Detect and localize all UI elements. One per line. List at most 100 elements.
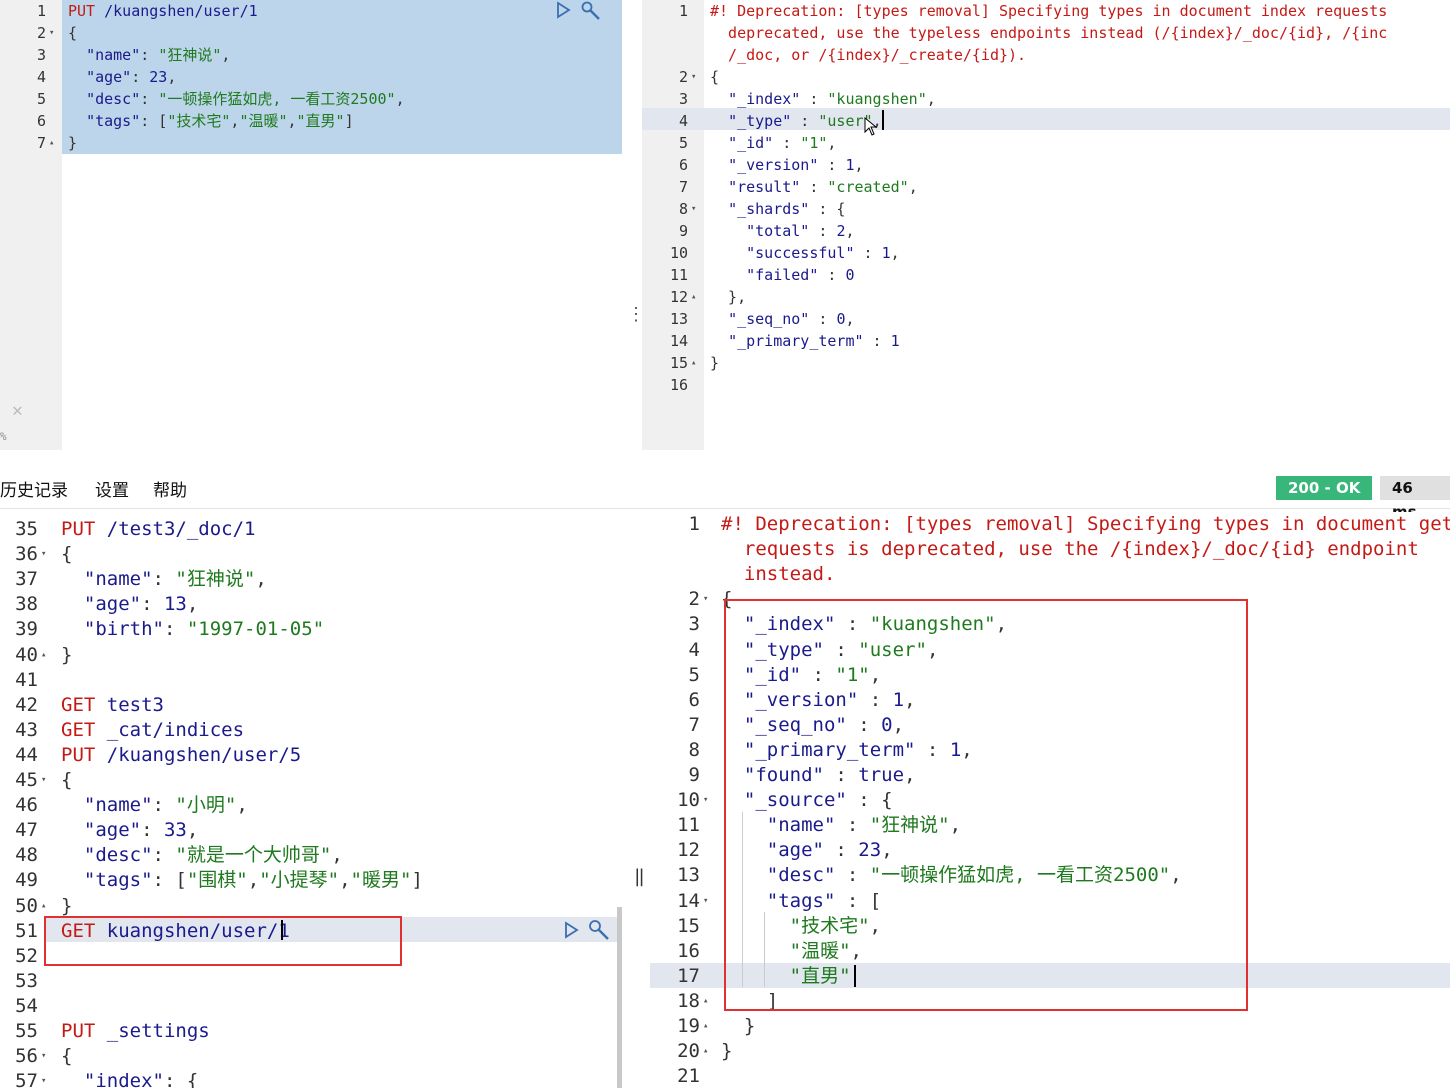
line-number: 13 <box>677 864 700 887</box>
code-token: { <box>710 68 720 86</box>
code-token: , <box>221 46 231 64</box>
code-token: "tags" <box>86 112 141 130</box>
fold-toggle-icon[interactable]: ▾ <box>691 66 696 88</box>
menu-history[interactable]: 历史记录 <box>0 476 68 501</box>
fold-toggle-icon[interactable]: ▾ <box>703 889 708 914</box>
run-request-icon[interactable] <box>563 921 579 944</box>
line-number: 15 <box>669 354 688 372</box>
code-token: "age" <box>86 68 132 86</box>
line-number: 55 <box>15 1020 38 1042</box>
line-number: 52 <box>15 944 38 967</box>
code-line: "tags": ["技术宅","温暖","直男"] <box>68 110 354 132</box>
code-token: } <box>710 354 720 372</box>
code-token: , <box>908 178 918 196</box>
line-number: 1 <box>688 513 700 535</box>
code-token: deprecated, use the typeless endpoints i… <box>710 24 1388 42</box>
fold-toggle-icon[interactable]: ▾ <box>703 788 708 813</box>
code-token: , <box>395 90 405 108</box>
fold-toggle-icon[interactable]: ▴ <box>41 894 46 919</box>
menu-help[interactable]: 帮助 <box>153 476 187 501</box>
line-number: 20 <box>677 1040 700 1063</box>
code-token: 33 <box>163 819 187 842</box>
fold-toggle-icon[interactable]: ▴ <box>691 352 696 374</box>
fold-toggle-icon[interactable]: ▴ <box>691 286 696 308</box>
line-number: 14 <box>669 332 688 350</box>
line-number: 7 <box>688 713 700 736</box>
wrench-icon[interactable] <box>580 0 602 26</box>
pane-resize-handle-bottom[interactable]: ‖ <box>634 866 645 887</box>
code-line: }, <box>710 286 746 308</box>
line-number: 4 <box>678 112 688 130</box>
menu-settings[interactable]: 设置 <box>95 476 129 501</box>
code-line: "successful" : 1, <box>710 242 900 264</box>
fold-toggle-icon[interactable]: ▴ <box>703 1014 708 1039</box>
code-token: ] <box>411 869 423 892</box>
line-number: 16 <box>669 376 688 394</box>
mouse-pointer-icon <box>864 116 878 141</box>
fold-toggle-icon[interactable]: ▾ <box>41 542 46 567</box>
fold-toggle-icon[interactable]: ▴ <box>703 1039 708 1064</box>
code-token: PUT <box>68 2 96 20</box>
code-token: } <box>721 1040 733 1063</box>
code-token: : <box>800 90 828 108</box>
code-token: : <box>818 156 846 174</box>
scrollbar[interactable] <box>617 907 622 1088</box>
code-line: { <box>710 66 719 88</box>
fold-toggle-icon[interactable]: ▴ <box>41 643 46 668</box>
code-token: : <box>863 332 891 350</box>
code-token: "name" <box>83 568 153 591</box>
code-token: "desc" <box>86 90 141 108</box>
line-number: 2 <box>36 24 46 42</box>
code-token: "一顿操作猛如虎, 一看工资2500" <box>158 90 396 108</box>
code-token: "直男" <box>296 112 345 130</box>
fold-toggle-icon[interactable]: ▴ <box>703 989 708 1014</box>
code-line: } <box>710 352 719 374</box>
line-number: 53 <box>15 969 38 992</box>
line-number: 38 <box>15 593 38 616</box>
fold-toggle-icon[interactable]: ▴ <box>49 132 54 154</box>
code-token: #! Deprecation: [types removal] Specifyi… <box>710 2 1388 20</box>
code-token: "birth" <box>83 618 164 641</box>
fold-toggle-icon[interactable]: ▾ <box>41 1069 46 1088</box>
run-request-icon[interactable] <box>555 1 571 23</box>
fold-toggle-icon[interactable]: ▾ <box>41 768 46 793</box>
line-number <box>642 22 688 44</box>
line-number <box>650 537 700 562</box>
fold-toggle-icon[interactable]: ▾ <box>691 198 696 220</box>
code-token: } <box>61 643 73 666</box>
line-number: 16 <box>677 939 700 962</box>
code-token: requests is deprecated, use the /{index}… <box>721 538 1419 561</box>
code-token: : <box>818 266 846 284</box>
code-line: "_type" : "user", <box>710 110 882 132</box>
annotation-box-response <box>724 599 1248 1011</box>
line-number: 50 <box>15 894 38 917</box>
code-token: : <box>152 568 176 591</box>
top-request-editor[interactable]: 1 PUT /kuangshen/user/1 2 ▾ {3 "name": "狂神说"… <box>0 0 622 450</box>
line-number: 3 <box>36 46 46 64</box>
line-number: 45 <box>15 769 38 791</box>
line-number: 11 <box>669 266 688 284</box>
fold-toggle-icon[interactable]: ▾ <box>703 587 708 612</box>
code-token: , <box>186 819 199 842</box>
fold-toggle-icon[interactable]: ▾ <box>49 22 54 44</box>
code-token: "狂神说" <box>158 46 222 64</box>
line-number: 46 <box>15 794 38 817</box>
close-icon[interactable]: ✕ <box>12 400 23 421</box>
bottom-request-editor[interactable]: 35 PUT /test3/_doc/1 36 ▾{37 "name": "狂神说",… <box>0 512 622 1088</box>
line-number: 6 <box>678 156 688 174</box>
fold-toggle-icon[interactable]: ▾ <box>41 1044 46 1069</box>
code-token: : <box>773 134 801 152</box>
code-line: "_shards" : { <box>710 198 845 220</box>
code-line: "total" : 2, <box>710 220 854 242</box>
code-line: PUT _settings <box>61 1019 210 1044</box>
code-token: PUT <box>61 518 96 540</box>
code-line: "name": "小明", <box>61 793 248 818</box>
code-token: "kuangshen" <box>827 90 927 108</box>
wrench-icon[interactable] <box>587 918 611 947</box>
line-number: 18 <box>677 989 700 1012</box>
code-token: { <box>68 24 78 42</box>
